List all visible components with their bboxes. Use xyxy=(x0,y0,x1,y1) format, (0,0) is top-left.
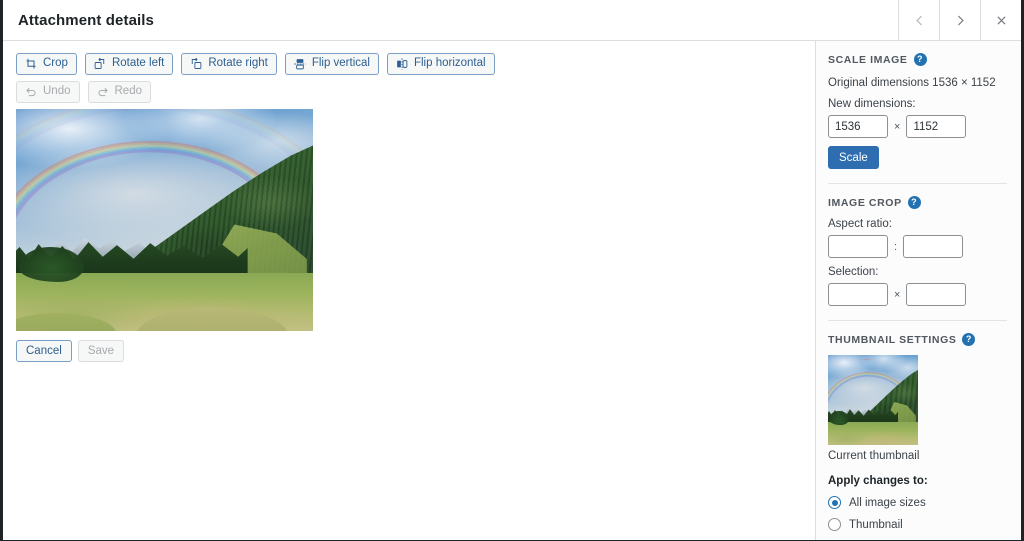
scale-image-section: SCALE IMAGE ? Original dimensions 1536 ×… xyxy=(828,53,1007,170)
image-crop-section: IMAGE CROP ? Aspect ratio: : Selection: … xyxy=(828,196,1007,307)
flip-horizontal-icon xyxy=(396,58,408,70)
modal-body: Crop Rotate left Rotate right Flip verti… xyxy=(3,41,1021,540)
thumbnail-settings-heading: THUMBNAIL SETTINGS ? xyxy=(828,333,1007,347)
thumbnail-image xyxy=(828,355,918,446)
thumbnail-bush-layer xyxy=(828,410,849,426)
radio-thumbnail-icon[interactable] xyxy=(828,518,841,532)
undo-icon xyxy=(25,86,37,98)
redo-icon xyxy=(97,86,109,98)
aspect-ratio-height-input[interactable] xyxy=(903,235,964,259)
undo-button-label: Undo xyxy=(43,85,71,98)
thumbnail-settings-section: THUMBNAIL SETTINGS ? Current thumbnail A… xyxy=(828,333,1007,540)
thumbnail-settings-help-icon[interactable]: ? xyxy=(962,333,976,347)
chevron-right-icon xyxy=(954,14,967,27)
image-crop-help-icon[interactable]: ? xyxy=(907,196,921,210)
image-crop-heading-label: IMAGE CROP xyxy=(828,196,902,209)
aspect-ratio-width-input[interactable] xyxy=(828,235,888,259)
flip-vertical-button[interactable]: Flip vertical xyxy=(284,53,379,75)
modal-nav-buttons xyxy=(898,0,1021,40)
new-dimensions-fields: × xyxy=(828,115,1007,139)
page-title: Attachment details xyxy=(18,11,154,29)
radio-thumbnail-label: Thumbnail xyxy=(849,518,903,531)
close-modal-button[interactable] xyxy=(980,0,1021,40)
image-settings-sidebar: SCALE IMAGE ? Original dimensions 1536 ×… xyxy=(815,41,1021,540)
new-dimensions-label: New dimensions: xyxy=(828,98,916,111)
image-editor-pane: Crop Rotate left Rotate right Flip verti… xyxy=(3,41,815,540)
radio-all-image-sizes-label: All image sizes xyxy=(849,496,926,509)
rotate-right-button-label: Rotate right xyxy=(208,57,268,70)
attachment-details-modal: Attachment details Crop Rotate left Rota… xyxy=(0,0,1024,541)
scale-height-input[interactable] xyxy=(906,115,967,139)
selection-width-input[interactable] xyxy=(828,283,888,307)
dimension-separator: × xyxy=(894,120,901,133)
current-thumbnail-preview xyxy=(828,355,918,446)
section-divider-scale-crop xyxy=(828,183,1007,185)
redo-button-label: Redo xyxy=(114,85,143,98)
scale-image-help-icon[interactable]: ? xyxy=(913,53,927,66)
image-history-toolbar: Undo Redo xyxy=(16,81,815,103)
previous-attachment-button[interactable] xyxy=(898,0,939,40)
flip-vertical-button-label: Flip vertical xyxy=(311,57,370,70)
save-button[interactable]: Save xyxy=(77,340,125,362)
thumbnail-settings-heading-label: THUMBNAIL SETTINGS xyxy=(828,333,957,346)
radio-option-all-image-sizes[interactable]: All image sizes xyxy=(828,496,1007,510)
next-attachment-button[interactable] xyxy=(939,0,980,40)
image-edit-toolbar: Crop Rotate left Rotate right Flip verti… xyxy=(16,53,815,75)
radio-option-thumbnail[interactable]: Thumbnail xyxy=(828,518,1007,532)
crop-button[interactable]: Crop xyxy=(16,53,77,75)
aspect-ratio-separator: : xyxy=(894,240,898,253)
thumbnail-meadow-layer xyxy=(828,421,918,446)
cancel-button[interactable]: Cancel xyxy=(16,340,72,362)
modal-header: Attachment details xyxy=(3,0,1021,41)
rotate-left-button-label: Rotate left xyxy=(111,57,165,70)
rotate-right-button[interactable]: Rotate right xyxy=(181,53,277,75)
selection-fields: × xyxy=(828,283,1007,307)
crop-button-label: Crop xyxy=(43,57,68,70)
undo-button[interactable]: Undo xyxy=(16,81,80,103)
selection-height-input[interactable] xyxy=(906,283,967,307)
image-edit-canvas[interactable] xyxy=(16,109,313,331)
redo-button[interactable]: Redo xyxy=(87,81,151,103)
selection-separator: × xyxy=(894,288,901,301)
flip-horizontal-button-label: Flip horizontal xyxy=(413,57,486,70)
radio-all-image-sizes-icon[interactable] xyxy=(828,496,841,510)
current-thumbnail-caption: Current thumbnail xyxy=(828,450,920,463)
aspect-ratio-label: Aspect ratio: xyxy=(828,218,892,231)
scale-image-heading-label: SCALE IMAGE xyxy=(828,53,908,66)
section-divider-crop-thumbnail xyxy=(828,320,1007,322)
apply-changes-label: Apply changes to: xyxy=(828,475,928,488)
crop-icon xyxy=(25,58,37,70)
flip-vertical-icon xyxy=(294,58,306,70)
aspect-ratio-fields: : xyxy=(828,235,1007,259)
chevron-left-icon xyxy=(913,14,926,27)
selection-label: Selection: xyxy=(828,266,879,279)
flip-horizontal-button[interactable]: Flip horizontal xyxy=(386,53,495,75)
attachment-image xyxy=(16,109,313,331)
scale-button[interactable]: Scale xyxy=(828,146,879,170)
rotate-right-icon xyxy=(190,58,202,70)
rotate-left-button[interactable]: Rotate left xyxy=(84,53,174,75)
scale-image-heading: SCALE IMAGE ? xyxy=(828,53,1007,66)
scale-width-input[interactable] xyxy=(828,115,888,139)
image-crop-heading: IMAGE CROP ? xyxy=(828,196,1007,210)
rotate-left-icon xyxy=(94,58,106,70)
close-icon xyxy=(995,14,1008,27)
original-dimensions-text: Original dimensions 1536 × 1152 xyxy=(828,77,996,89)
image-edit-actions: Cancel Save xyxy=(16,340,815,362)
